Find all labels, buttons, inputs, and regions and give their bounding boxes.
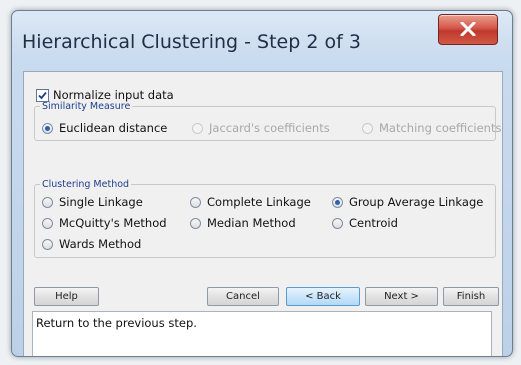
checkmark-icon [38,91,47,99]
status-description: Return to the previous step. [32,311,492,356]
centroid-radio[interactable] [332,217,343,229]
median-method-label: Median Method [207,216,296,230]
matching-coefficients-option: Matching coefficients [362,121,501,135]
finish-button[interactable]: Finish [443,287,499,306]
mcquitty-method-label: McQuitty's Method [59,216,167,230]
clustering-method-group: Clustering Method Single Linkage Complet… [34,179,496,258]
complete-linkage-label: Complete Linkage [207,195,311,209]
matching-coefficients-radio [362,122,373,134]
mcquitty-method-option[interactable]: McQuitty's Method [42,216,167,230]
centroid-option[interactable]: Centroid [332,216,398,230]
single-linkage-radio[interactable] [42,196,53,208]
jaccard-coefficients-option: Jaccard's coefficients [192,121,330,135]
next-button[interactable]: Next > [365,287,438,306]
median-method-option[interactable]: Median Method [190,216,296,230]
median-method-radio[interactable] [190,217,201,229]
mcquitty-method-radio[interactable] [42,217,53,229]
jaccard-coefficients-label: Jaccard's coefficients [209,121,330,135]
wards-method-radio[interactable] [42,238,53,250]
back-button[interactable]: < Back [286,287,360,306]
single-linkage-option[interactable]: Single Linkage [42,195,143,209]
euclidean-distance-radio[interactable] [42,122,53,134]
euclidean-distance-option[interactable]: Euclidean distance [42,121,167,135]
normalize-option[interactable]: Normalize input data [36,88,174,102]
wards-method-option[interactable]: Wards Method [42,237,141,251]
centroid-label: Centroid [349,216,398,230]
similarity-measure-legend: Similarity Measure [42,101,131,112]
complete-linkage-radio[interactable] [190,196,201,208]
close-button[interactable] [438,14,498,45]
normalize-label: Normalize input data [53,88,174,102]
group-average-linkage-option[interactable]: Group Average Linkage [332,195,483,209]
matching-coefficients-label: Matching coefficients [379,121,502,135]
title-bar[interactable]: Hierarchical Clustering - Step 2 of 3 [12,11,512,71]
complete-linkage-option[interactable]: Complete Linkage [190,195,311,209]
wards-method-label: Wards Method [59,237,142,251]
clustering-method-legend: Clustering Method [42,179,130,190]
group-average-linkage-label: Group Average Linkage [349,195,484,209]
similarity-measure-group: Similarity Measure Euclidean distance Ja… [34,101,501,141]
single-linkage-label: Single Linkage [59,195,143,209]
normalize-checkbox[interactable] [36,88,49,102]
window-title: Hierarchical Clustering - Step 2 of 3 [22,31,361,53]
group-average-linkage-radio[interactable] [332,196,343,208]
dialog-window: Hierarchical Clustering - Step 2 of 3 No… [11,10,513,357]
jaccard-coefficients-radio [192,122,203,134]
dialog-content: Normalize input data Similarity Measure … [23,71,503,356]
close-icon [460,22,476,36]
cancel-button[interactable]: Cancel [207,287,279,306]
help-button[interactable]: Help [34,287,99,306]
euclidean-distance-label: Euclidean distance [59,121,168,135]
